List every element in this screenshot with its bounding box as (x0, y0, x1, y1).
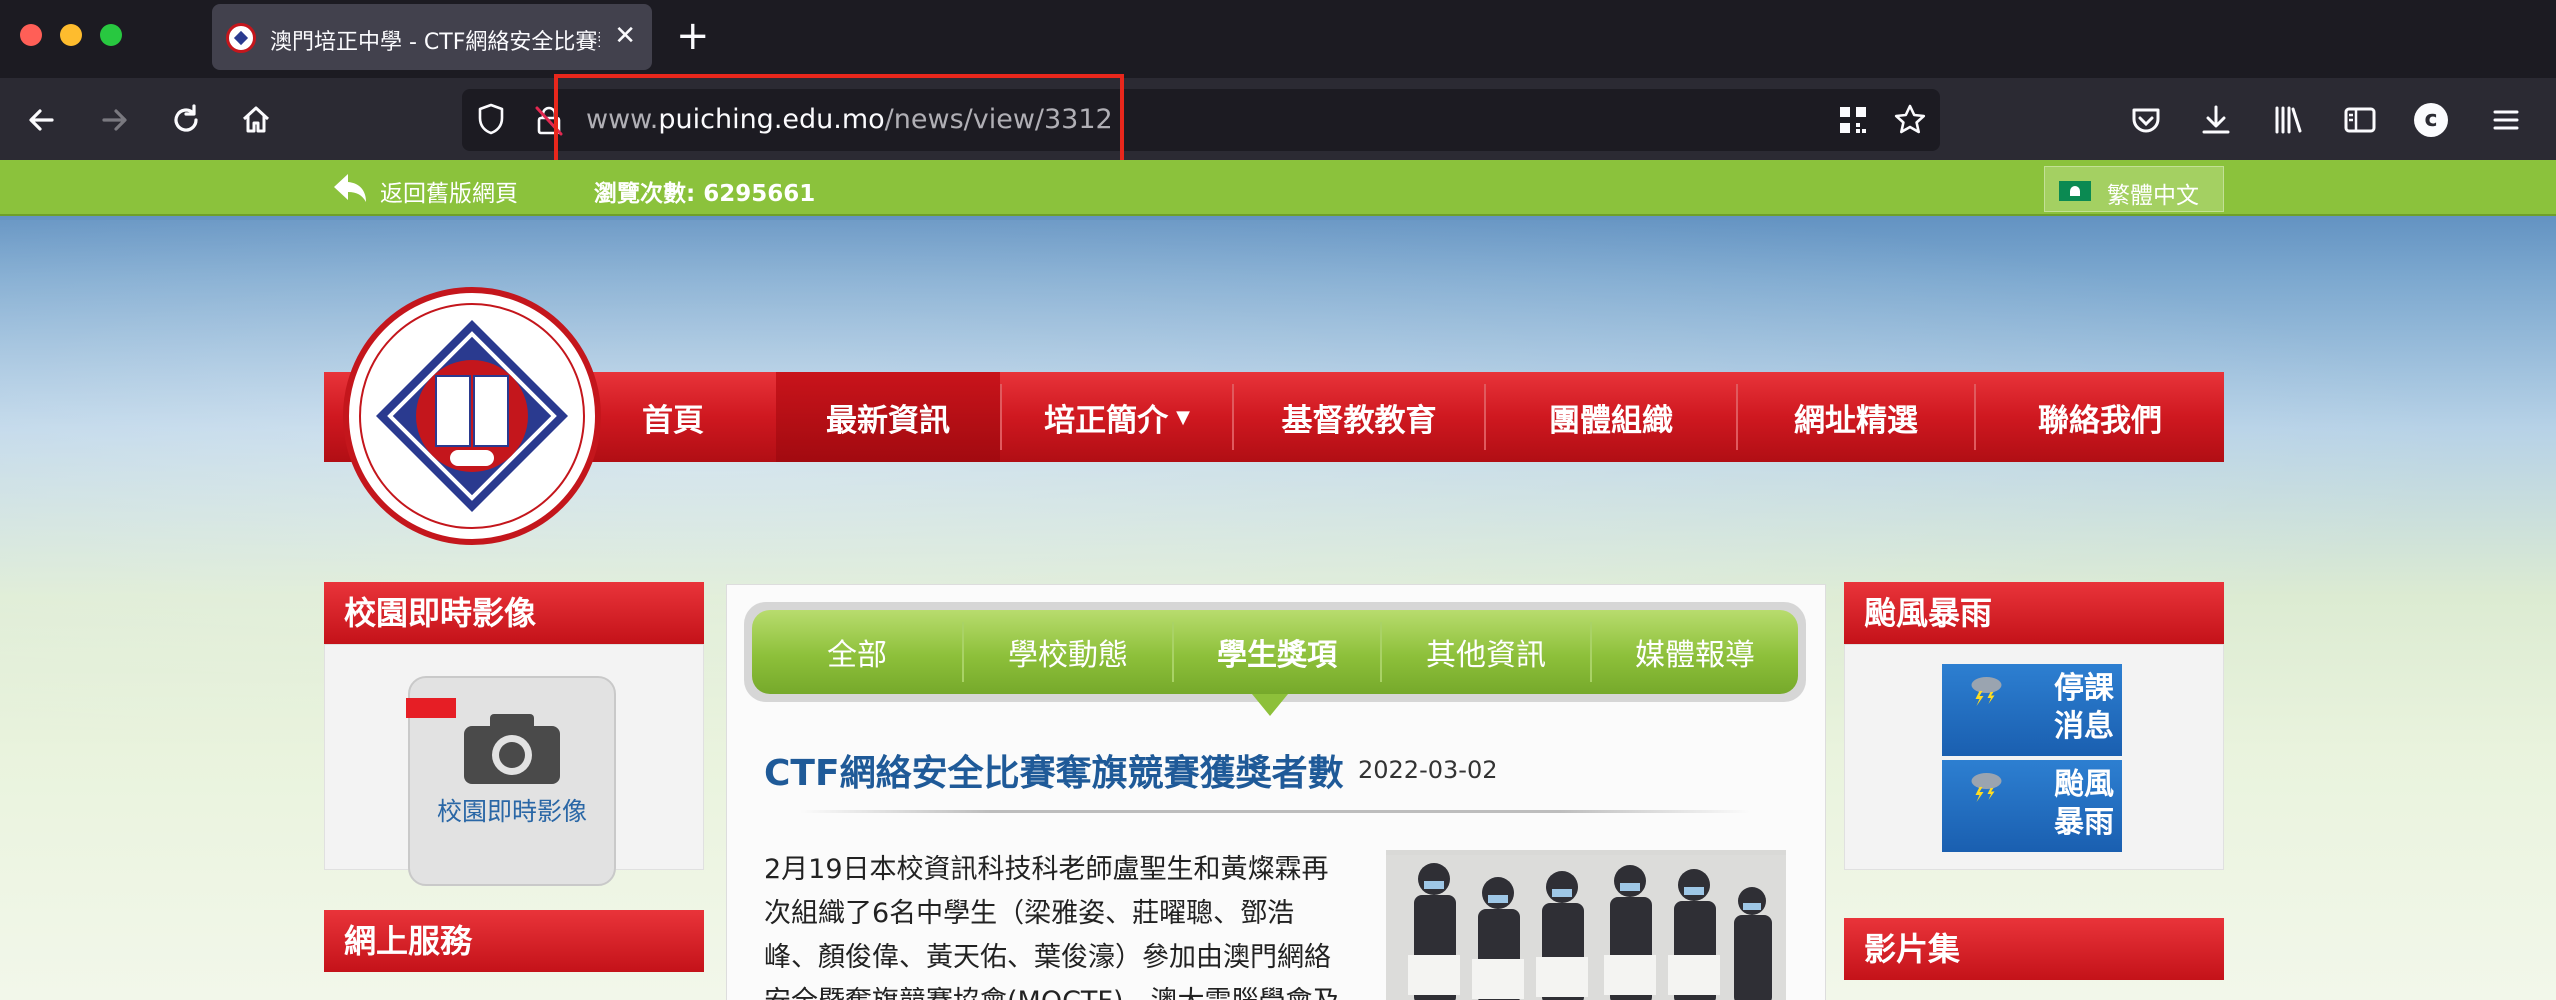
article-title: CTF網絡安全比賽奪旗競賽獲獎者數 (764, 753, 1344, 794)
back-arrow-icon[interactable] (22, 100, 62, 140)
account-avatar-icon[interactable]: c (2414, 103, 2448, 137)
class-suspension-button[interactable]: 停課 消息 (1942, 664, 2122, 756)
return-arrow-icon[interactable] (330, 170, 370, 206)
menu-icon[interactable] (2486, 100, 2526, 140)
title-divider (800, 810, 1750, 813)
tab-other-info[interactable]: 其他資訊 (1382, 610, 1590, 694)
live-tag-icon (406, 698, 456, 718)
school-favicon-icon (226, 23, 256, 53)
home-icon[interactable] (236, 100, 276, 140)
sidebar-icon[interactable] (2340, 100, 2380, 140)
school-logo[interactable] (342, 286, 602, 546)
tracking-shield-icon[interactable] (476, 102, 506, 136)
typhoon-rainstorm-button[interactable]: 颱風 暴雨 (1942, 760, 2122, 852)
nav-item-about[interactable]: 培正簡介 ▼ (1002, 372, 1232, 462)
tab-media-reports[interactable]: 媒體報導 (1592, 610, 1798, 694)
nav-item-links[interactable]: 網址精選 (1738, 372, 1974, 462)
pocket-icon[interactable] (2126, 100, 2166, 140)
nav-item-latest-news[interactable]: 最新資訊 (776, 372, 1000, 462)
nav-item-label: 最新資訊 (826, 402, 950, 439)
nav-item-christian-education[interactable]: 基督教教育 (1234, 372, 1484, 462)
online-services-heading: 網上服務 (324, 910, 704, 972)
weather-heading: 颱風暴雨 (1844, 582, 2224, 644)
nav-item-label: 團體組織 (1549, 402, 1673, 439)
window-close-button[interactable] (20, 24, 42, 46)
browser-tab-bar: 澳門培正中學 - CTF網絡安全比賽奪 ✕ + (0, 0, 2556, 78)
article-line: 峰、顏俊偉、黃天佑、葉俊濠）參加由澳門網絡 (764, 942, 1331, 973)
nav-item-label: 培正簡介 (1044, 402, 1169, 439)
window-minimize-button[interactable] (60, 24, 82, 46)
article-line: 2月19日本校資訊科技科老師盧聖生和黃燦霖再 (764, 854, 1329, 885)
video-gallery-heading: 影片集 (1844, 918, 2224, 980)
camera-icon (464, 714, 560, 784)
tab-student-awards[interactable]: 學生獎項 (1174, 610, 1380, 694)
active-tab-pointer (1252, 694, 1288, 716)
nav-item-organizations[interactable]: 團體組織 (1486, 372, 1736, 462)
visit-counter: 瀏覽次數: 6295661 (594, 181, 816, 207)
caret-down-icon: ▼ (1176, 406, 1190, 428)
main-nav-bar: 首頁 最新資訊 培正簡介 ▼ 基督教教育 團體組織 網址精選 聯絡我們 (324, 372, 2224, 462)
browser-tab-active[interactable]: 澳門培正中學 - CTF網絡安全比賽奪 ✕ (212, 4, 652, 70)
article-photo[interactable] (1386, 850, 1786, 1000)
new-tab-icon[interactable]: + (676, 14, 710, 58)
downloads-icon[interactable] (2196, 100, 2236, 140)
nav-item-home[interactable]: 首頁 (614, 372, 732, 462)
nav-item-label: 首頁 (642, 402, 704, 439)
article-line: 安全暨奪旗競賽協會(MOCTF)、澳大電腦學會及 (764, 980, 1360, 1000)
nav-item-label: 網址精選 (1794, 402, 1918, 439)
macau-flag-icon (2059, 181, 2091, 201)
bookmark-star-icon[interactable] (1892, 102, 1928, 138)
tab-close-icon[interactable]: ✕ (614, 21, 636, 51)
tab-title: 澳門培正中學 - CTF網絡安全比賽奪 (270, 30, 600, 55)
typhoon-label: 颱風 暴雨 (2054, 767, 2114, 840)
forward-arrow-icon[interactable] (94, 100, 134, 140)
nav-item-label: 基督教教育 (1281, 402, 1437, 439)
window-zoom-button[interactable] (100, 24, 122, 46)
campus-camera-heading: 校園即時影像 (324, 582, 704, 644)
article-date: 2022-03-02 (1358, 756, 1498, 784)
tab-school-news[interactable]: 學校動態 (964, 610, 1172, 694)
nav-item-contact[interactable]: 聯絡我們 (1976, 372, 2224, 462)
article-body: 2月19日本校資訊科技科老師盧聖生和黃燦霖再 次組織了6名中學生（梁雅姿、莊曜聰… (764, 848, 1360, 1000)
site-top-strip: 返回舊版網頁 瀏覽次數: 6295661 繁體中文 (0, 160, 2556, 216)
library-icon[interactable] (2268, 100, 2308, 140)
tab-all[interactable]: 全部 (752, 610, 962, 694)
url-highlight-box (554, 74, 1124, 164)
reload-icon[interactable] (166, 100, 206, 140)
campus-camera-label[interactable]: 校園即時影像 (408, 792, 616, 828)
storm-cloud-icon (1971, 773, 2002, 802)
qr-code-icon[interactable] (1836, 103, 1870, 137)
nav-item-label: 聯絡我們 (2038, 402, 2162, 439)
language-label: 繁體中文 (2107, 183, 2199, 209)
language-button[interactable]: 繁體中文 (2044, 166, 2224, 212)
storm-cloud-icon (1971, 677, 2002, 706)
suspension-label: 停課 消息 (2054, 671, 2114, 744)
article-line: 次組織了6名中學生（梁雅姿、莊曜聰、鄧浩 (764, 898, 1295, 929)
return-old-site-link[interactable]: 返回舊版網頁 (380, 174, 518, 208)
